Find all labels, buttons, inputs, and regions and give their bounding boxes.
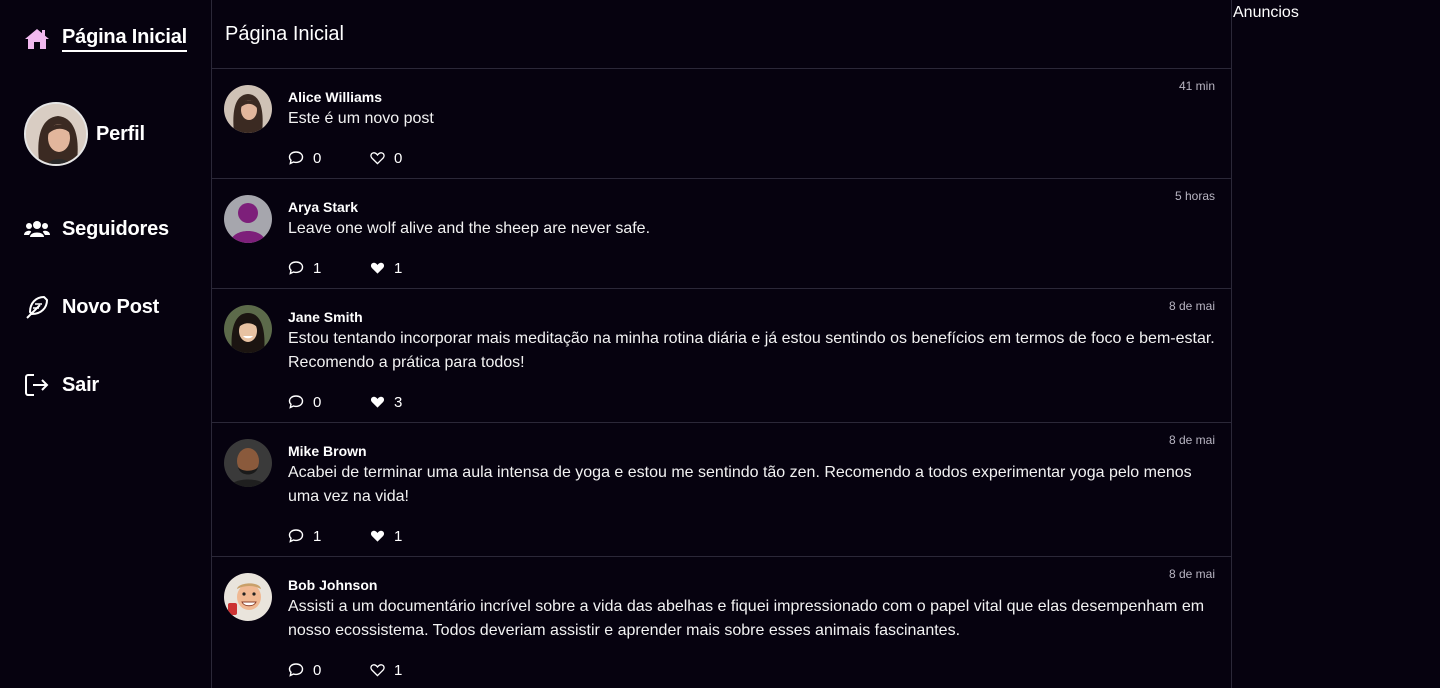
post-timestamp: 8 de mai [1168,299,1215,313]
comment-icon [288,261,304,275]
comment-count: 0 [313,661,322,679]
page-title: Página Inicial [212,0,1231,69]
post-author[interactable]: Mike Brown [288,443,1215,459]
post[interactable]: 8 de mai Jane Smith Estou tentando incor… [212,289,1231,423]
post-content: Assisti a um documentário incrível sobre… [288,598,1205,639]
sidebar-item-new-post[interactable]: Novo Post [24,294,159,320]
comment-count: 0 [313,149,322,167]
heart-outline-icon [370,664,385,677]
heart-outline-icon [370,152,385,165]
post[interactable]: 8 de mai Mike Brown Acabei de terminar u… [212,423,1231,557]
sidebar-item-exit[interactable]: Sair [24,372,99,398]
post-content: Acabei de terminar uma aula intensa de y… [288,464,1192,505]
comment-icon [288,663,304,677]
post-content: Estou tentando incorporar mais meditação… [288,330,1215,371]
comment-count: 1 [313,259,322,277]
comment-button[interactable]: 1 [288,528,370,545]
heart-filled-icon [370,530,385,542]
sidebar-item-label: Página Inicial [62,26,187,52]
post-author[interactable]: Jane Smith [288,309,1215,325]
avatar[interactable] [224,195,272,243]
comment-icon [288,529,304,543]
sidebar-item-label: Sair [62,373,100,396]
sidebar-item-label: Novo Post [62,295,160,318]
sidebar-item-label: Perfil [96,122,145,145]
comment-count: 1 [313,527,322,545]
post-content: Este é um novo post [288,110,434,127]
feed: Página Inicial 41 min Alice Williams Est… [211,0,1232,688]
sidebar-item-followers[interactable]: Seguidores [24,216,169,242]
comment-count: 0 [313,393,322,411]
post-actions: 0 3 [288,390,1215,414]
post[interactable]: 8 de mai Bob Johnson Assisti a um docume… [212,557,1231,688]
post-actions: 0 1 [288,658,1215,682]
like-button[interactable]: 0 [370,150,402,167]
like-button[interactable]: 1 [370,662,402,679]
comment-icon [288,151,304,165]
like-count: 0 [394,149,403,167]
sidebar-item-home[interactable]: Página Inicial [24,26,187,52]
post[interactable]: 5 horas Arya Stark Leave one wolf alive … [212,179,1231,289]
post-actions: 1 1 [288,256,1215,280]
post-author[interactable]: Bob Johnson [288,577,1215,593]
like-count: 1 [394,661,403,679]
feather-pen-icon [24,294,50,320]
like-count: 3 [394,393,403,411]
post-content: Leave one wolf alive and the sheep are n… [288,220,651,237]
sidebar-item-profile[interactable]: Perfil [24,102,145,166]
post-author[interactable]: Alice Williams [288,89,1215,105]
like-count: 1 [394,259,403,277]
heart-filled-icon [370,396,385,408]
like-button[interactable]: 1 [370,260,402,277]
post-timestamp: 41 min [1178,79,1215,93]
like-count: 1 [394,527,403,545]
avatar [24,102,88,166]
avatar[interactable] [224,85,272,133]
post-timestamp: 5 horas [1174,189,1215,203]
comment-button[interactable]: 0 [288,150,370,167]
heart-filled-icon [370,262,385,274]
post-timestamp: 8 de mai [1168,433,1215,447]
avatar[interactable] [224,573,272,621]
like-button[interactable]: 1 [370,528,402,545]
comment-button[interactable]: 0 [288,662,370,679]
avatar[interactable] [224,439,272,487]
post-timestamp: 8 de mai [1168,567,1215,581]
post[interactable]: 41 min Alice Williams Este é um novo pos… [212,69,1231,179]
sidebar-item-label: Seguidores [62,217,169,240]
like-button[interactable]: 3 [370,394,402,411]
ads-title: Anuncios [1233,4,1299,21]
post-actions: 0 0 [288,146,1215,170]
comment-button[interactable]: 0 [288,394,370,411]
users-icon [24,216,50,242]
post-author[interactable]: Arya Stark [288,199,1215,215]
sidebar: Página Inicial Perfil Seguidores Novo Po… [0,0,212,688]
home-icon [24,26,50,52]
comment-button[interactable]: 1 [288,260,370,277]
comment-icon [288,395,304,409]
avatar[interactable] [224,305,272,353]
post-actions: 1 1 [288,524,1215,548]
logout-icon [24,372,50,398]
